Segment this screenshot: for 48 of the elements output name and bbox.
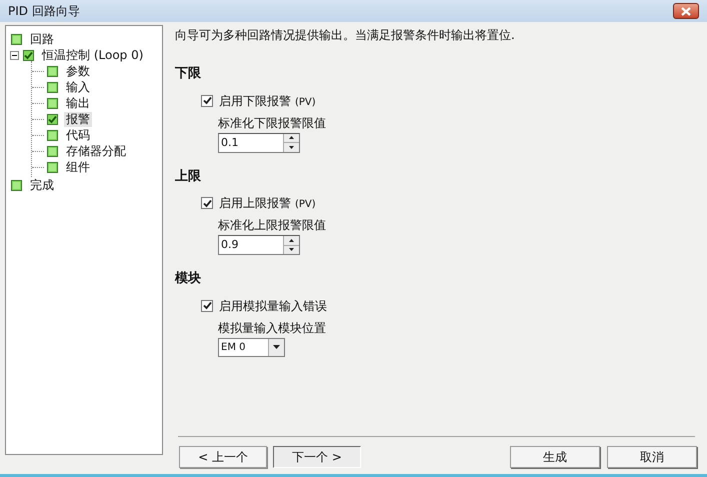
caret-icon: [273, 345, 280, 349]
tree-item[interactable]: 组件: [64, 160, 92, 174]
node-checkbox[interactable]: [11, 180, 22, 190]
tree-item[interactable]: 存储器分配: [64, 144, 128, 158]
section-heading: 模块: [175, 270, 202, 288]
section-heading: 下限: [175, 65, 202, 83]
number-spinner[interactable]: 0.1: [218, 132, 300, 152]
field-label: 标准化上限报警限值: [217, 217, 327, 234]
intro-text: 向导可为多种回路情况提供输出。当满足报警条件时输出将置位.: [175, 27, 516, 44]
tree-item[interactable]: 恒温控制 (Loop 0): [40, 48, 146, 62]
collapse-toggle[interactable]: [10, 50, 19, 60]
tree-item[interactable]: 报警: [64, 112, 92, 126]
close-icon: [681, 6, 691, 16]
node-checkbox[interactable]: [47, 162, 58, 172]
tree-item[interactable]: 输出: [64, 96, 92, 110]
spin-up-icon[interactable]: [284, 134, 299, 143]
node-checkbox[interactable]: [47, 146, 58, 156]
section-heading: 上限: [175, 168, 202, 186]
number-spinner[interactable]: 0.9: [218, 235, 300, 255]
tree-item[interactable]: 回路: [28, 32, 56, 46]
nav-button[interactable]: < 上一个: [179, 446, 267, 468]
node-checkbox[interactable]: [47, 114, 58, 124]
checkbox-label: 启用上限报警 (PV): [219, 195, 316, 212]
close-button[interactable]: [673, 3, 699, 19]
spin-up-icon[interactable]: [284, 236, 299, 246]
tree-item[interactable]: 完成: [28, 178, 56, 192]
tree-item[interactable]: 参数: [64, 64, 92, 78]
checkbox[interactable]: [201, 300, 213, 312]
checkbox-label: 启用下限报警 (PV): [219, 92, 316, 110]
node-checkbox[interactable]: [23, 50, 34, 60]
nav-button[interactable]: 下一个 >: [273, 446, 361, 468]
window-title: PID 回路向导: [8, 3, 80, 20]
action-button[interactable]: 取消: [607, 446, 697, 468]
field-label: 模拟量输入模块位置: [217, 320, 327, 336]
node-checkbox[interactable]: [47, 66, 58, 76]
node-checkbox[interactable]: [11, 34, 22, 44]
spin-down-icon[interactable]: [284, 143, 299, 152]
field-label: 标准化下限报警限值: [217, 114, 327, 132]
tree-item[interactable]: 代码: [64, 128, 92, 142]
checkbox-label: 启用模拟量输入错误: [219, 298, 327, 314]
action-button[interactable]: 生成: [510, 446, 600, 468]
node-checkbox[interactable]: [47, 98, 58, 108]
node-checkbox[interactable]: [47, 82, 58, 92]
checkbox[interactable]: [201, 94, 213, 106]
checkbox[interactable]: [201, 197, 213, 209]
tree-item[interactable]: 输入: [64, 80, 92, 94]
node-checkbox[interactable]: [47, 130, 58, 140]
module-dropdown[interactable]: EM 0: [218, 338, 285, 356]
